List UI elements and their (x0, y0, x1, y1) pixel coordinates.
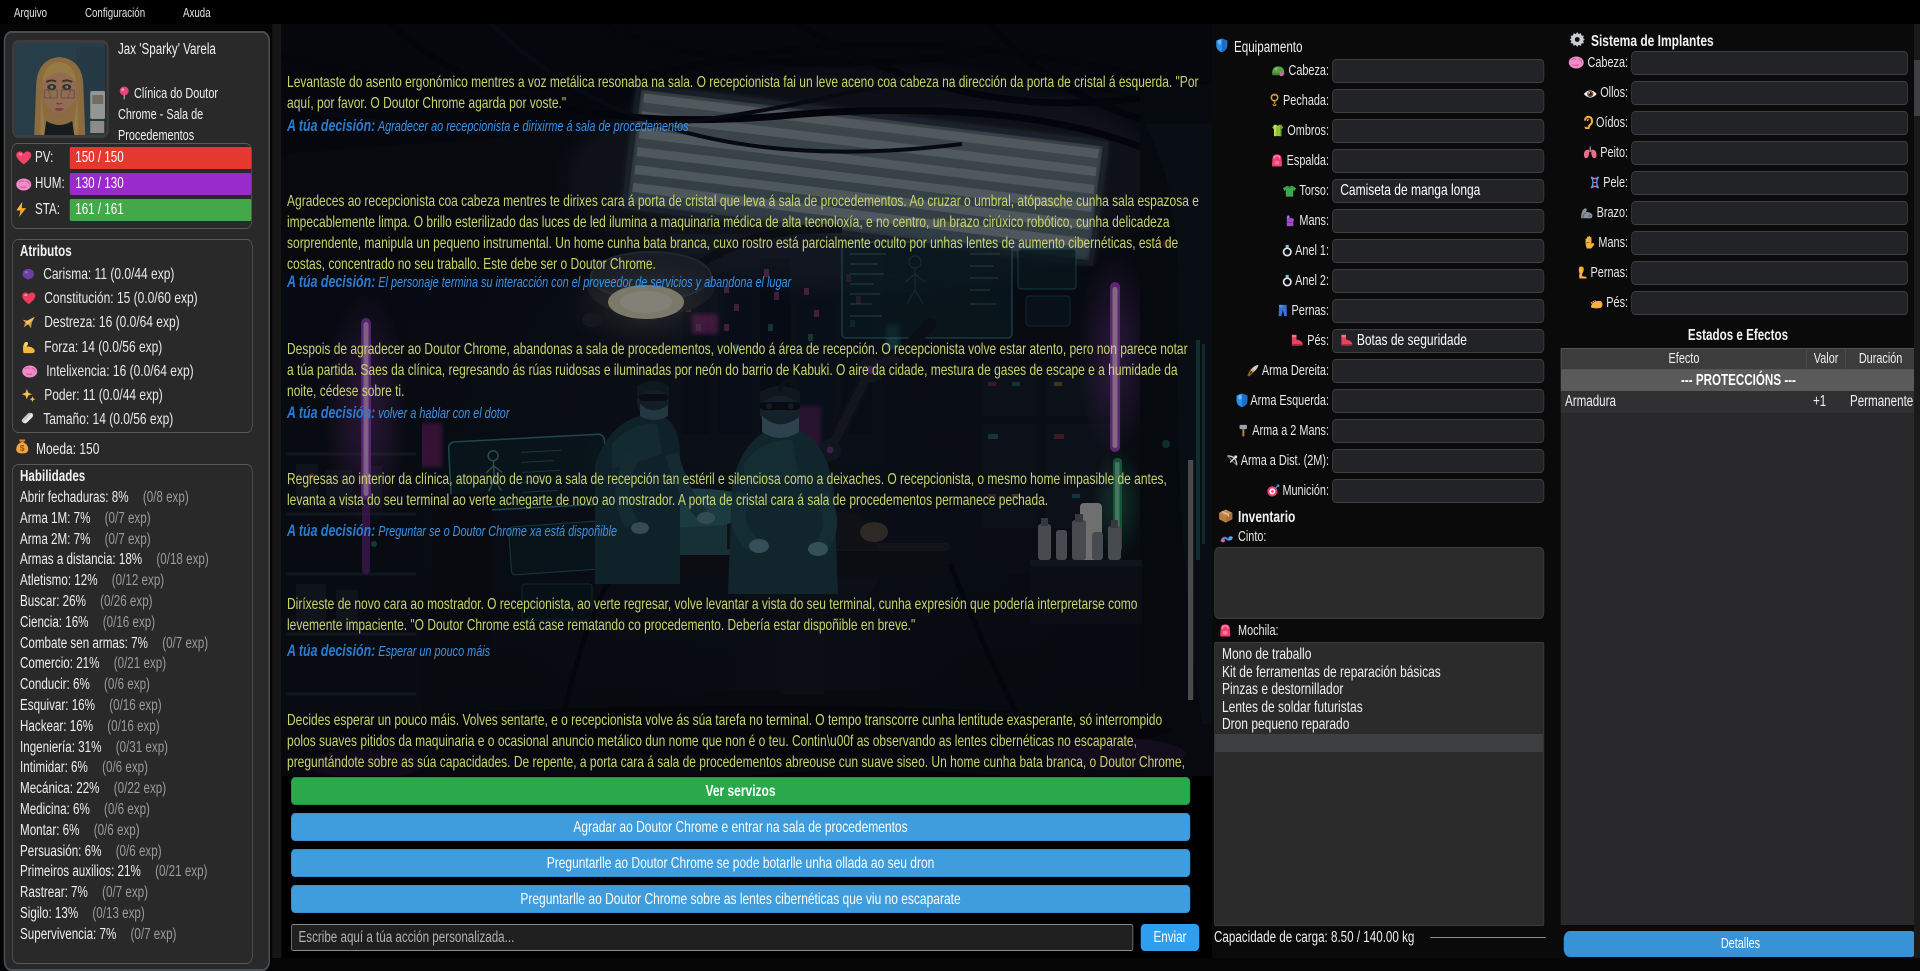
svg-text:$: $ (20, 443, 25, 453)
